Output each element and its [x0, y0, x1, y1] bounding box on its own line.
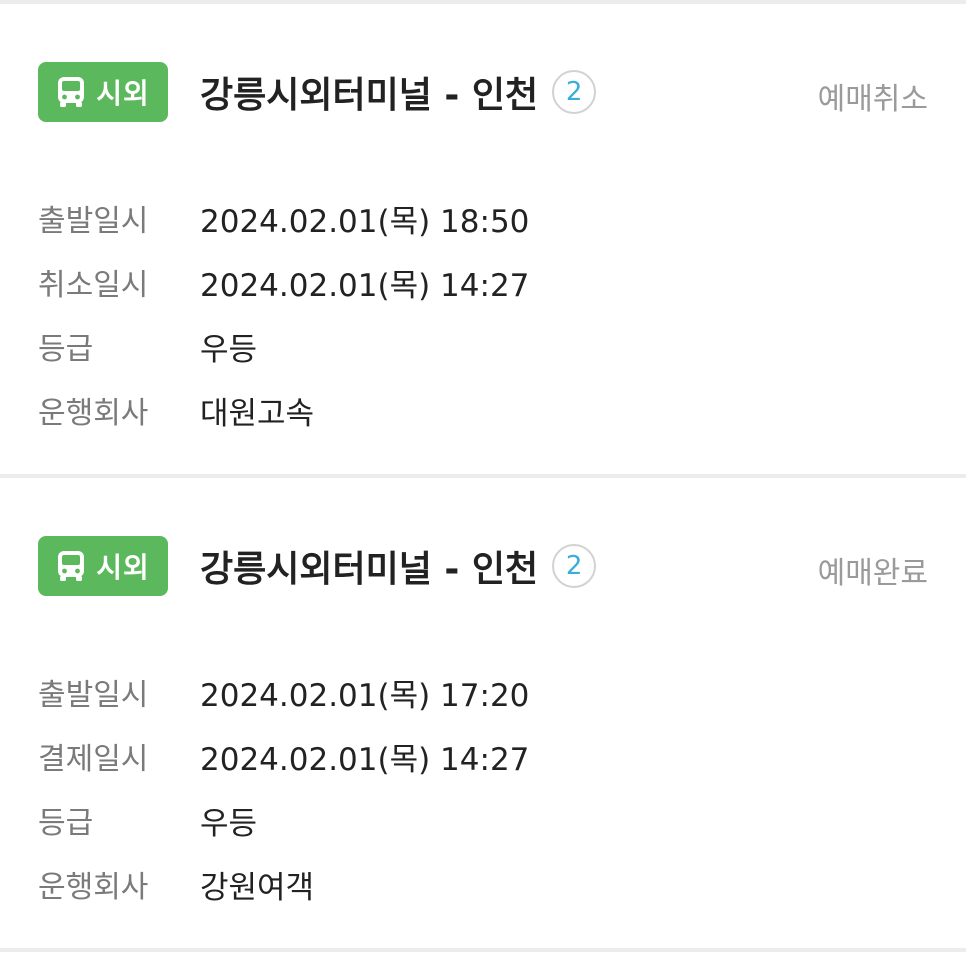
reservation-status: 예매취소	[817, 82, 928, 117]
detail-row-payment: 결제일시 2024.02.01(목) 14:27	[38, 724, 928, 788]
passenger-count-badge: 2	[552, 544, 597, 588]
detail-label: 등급	[38, 806, 94, 841]
detail-label: 등급	[38, 332, 94, 367]
bus-icon	[58, 551, 85, 581]
detail-value: 2024.02.01(목) 14:27	[200, 267, 530, 304]
ticket-card[interactable]: 시외 강릉시외터미널 - 인천 2 예매취소 출발일시 2024.02.01(목…	[0, 4, 966, 478]
detail-row-grade: 등급 우등	[38, 314, 928, 378]
detail-value: 대원고속	[200, 395, 315, 432]
detail-value: 우등	[200, 805, 258, 842]
ticket-details: 출발일시 2024.02.01(목) 18:50 취소일시 2024.02.01…	[38, 186, 928, 442]
route-title: 강릉시외터미널 - 인천	[200, 75, 539, 116]
route-title: 강릉시외터미널 - 인천	[200, 549, 539, 590]
reservation-status: 예매완료	[817, 556, 928, 591]
detail-row-cancellation: 취소일시 2024.02.01(목) 14:27	[38, 250, 928, 314]
detail-label: 운행회사	[38, 396, 149, 431]
detail-row-company: 운행회사 대원고속	[38, 378, 928, 442]
badge-label: 시외	[96, 77, 150, 110]
detail-row-grade: 등급 우등	[38, 788, 928, 852]
detail-label: 취소일시	[38, 268, 149, 303]
detail-row-departure: 출발일시 2024.02.01(목) 18:50	[38, 186, 928, 250]
detail-row-departure: 출발일시 2024.02.01(목) 17:20	[38, 660, 928, 724]
detail-row-company: 운행회사 강원여객	[38, 852, 928, 916]
detail-value: 2024.02.01(목) 14:27	[200, 741, 530, 778]
ticket-card[interactable]: 시외 강릉시외터미널 - 인천 2 예매완료 출발일시 2024.02.01(목…	[0, 478, 966, 952]
detail-label: 결제일시	[38, 742, 149, 777]
ticket-header: 시외 강릉시외터미널 - 인천 2 예매취소	[38, 60, 928, 124]
passenger-count-badge: 2	[552, 70, 597, 114]
route: 강릉시외터미널 - 인천 2	[200, 542, 597, 590]
route: 강릉시외터미널 - 인천 2	[200, 68, 597, 116]
bus-icon	[58, 77, 85, 107]
detail-label: 출발일시	[38, 678, 149, 713]
intercity-bus-badge: 시외	[38, 62, 168, 122]
detail-value: 2024.02.01(목) 17:20	[200, 677, 530, 714]
detail-label: 출발일시	[38, 204, 149, 239]
ticket-details: 출발일시 2024.02.01(목) 17:20 결제일시 2024.02.01…	[38, 660, 928, 916]
ticket-header: 시외 강릉시외터미널 - 인천 2 예매완료	[38, 534, 928, 598]
detail-value: 우등	[200, 331, 258, 368]
detail-label: 운행회사	[38, 870, 149, 905]
badge-label: 시외	[96, 551, 150, 584]
intercity-bus-badge: 시외	[38, 536, 168, 596]
detail-value: 강원여객	[200, 869, 315, 906]
detail-value: 2024.02.01(목) 18:50	[200, 203, 530, 240]
